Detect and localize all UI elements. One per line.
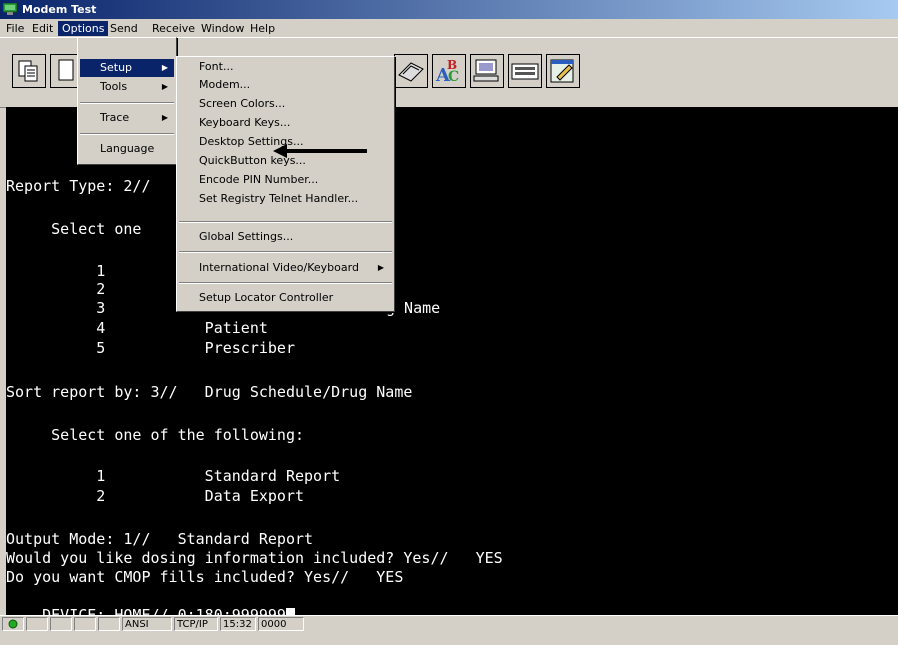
status-emulation: ANSI bbox=[122, 617, 172, 631]
menu-item-keyboard-keys[interactable]: Keyboard Keys... bbox=[179, 114, 392, 132]
terminal-icon bbox=[473, 59, 499, 82]
app-icon bbox=[3, 3, 17, 15]
terminal-button[interactable] bbox=[470, 54, 504, 88]
status-counter: 0000 bbox=[258, 617, 304, 631]
connection-led bbox=[2, 617, 24, 631]
terminal-line: Output Mode: 1// Standard Report bbox=[6, 530, 314, 548]
submenu-arrow-icon: ▶ bbox=[161, 63, 168, 72]
menu-item-encode-pin[interactable]: Encode PIN Number... bbox=[179, 171, 392, 189]
terminal-line: Sort report by: 3// Drug Schedule/Drug N… bbox=[6, 383, 413, 401]
edit-icon bbox=[550, 59, 574, 83]
menu-separator bbox=[80, 102, 174, 104]
window-title: Modem Test bbox=[22, 3, 97, 16]
terminal-screen[interactable]: Report Type: 2// Select one 1 2 3 g Name… bbox=[6, 107, 898, 624]
keyboard-icon bbox=[511, 63, 539, 80]
status-protocol: TCP/IP bbox=[174, 617, 218, 631]
menu-send[interactable]: Send bbox=[106, 21, 142, 36]
terminal-line: 4 Patient bbox=[6, 319, 268, 337]
submenu-arrow-icon: ▶ bbox=[161, 113, 168, 122]
terminal-line: Select one bbox=[6, 220, 142, 238]
menu-help[interactable]: Help bbox=[246, 21, 279, 36]
keyboard-button[interactable] bbox=[508, 54, 542, 88]
menu-bar: File Edit Options Send Receive Window He… bbox=[0, 19, 898, 37]
book-icon bbox=[398, 62, 424, 82]
submenu-arrow-icon: ▶ bbox=[161, 82, 168, 91]
menu-edit[interactable]: Edit bbox=[28, 21, 57, 36]
menu-options[interactable]: Options bbox=[58, 21, 109, 36]
svg-text:B: B bbox=[447, 58, 457, 72]
terminal-line: Do you want CMOP fills included? Yes// Y… bbox=[6, 568, 404, 586]
menu-item-trace[interactable]: Trace ▶ bbox=[80, 109, 174, 127]
status-panel bbox=[50, 617, 72, 631]
menu-item-international-video-keyboard[interactable]: International Video/Keyboard ▶ bbox=[179, 259, 392, 277]
terminal-line: 1 bbox=[6, 262, 106, 280]
menu-item-registry-telnet-handler[interactable]: Set Registry Telnet Handler... bbox=[179, 190, 392, 208]
annotation-arrow-icon bbox=[273, 144, 367, 158]
phonebook-button[interactable] bbox=[394, 54, 428, 88]
spellcheck-icon: A C B bbox=[435, 58, 459, 86]
menu-item-setup-locator-controller[interactable]: Setup Locator Controller bbox=[179, 289, 392, 307]
status-panel bbox=[98, 617, 120, 631]
menu-item-setup[interactable]: Setup ▶ bbox=[80, 59, 174, 77]
menu-separator bbox=[179, 282, 392, 284]
status-panel bbox=[74, 617, 96, 631]
menu-item-modem[interactable]: Modem... bbox=[179, 76, 392, 94]
menu-receive[interactable]: Receive bbox=[148, 21, 199, 36]
terminal-line: 1 Standard Report bbox=[6, 467, 341, 485]
terminal-line: Would you like dosing information includ… bbox=[6, 549, 503, 567]
menu-item-screen-colors[interactable]: Screen Colors... bbox=[179, 95, 392, 113]
menu-item-font[interactable]: Font... bbox=[179, 58, 392, 76]
status-panel bbox=[26, 617, 48, 631]
menu-separator bbox=[80, 133, 174, 135]
status-bar: ANSI TCP/IP 15:32 0000 bbox=[0, 615, 898, 632]
edit-settings-button[interactable] bbox=[546, 54, 580, 88]
menu-separator bbox=[179, 251, 392, 253]
menu-item-tools[interactable]: Tools ▶ bbox=[80, 78, 174, 96]
terminal-line: 2 bbox=[6, 280, 106, 298]
status-led-icon bbox=[8, 619, 18, 629]
terminal-line: 2 Data Export bbox=[6, 487, 305, 505]
spellcheck-button[interactable]: A C B bbox=[432, 54, 466, 88]
terminal-line: 5 Prescriber bbox=[6, 339, 295, 357]
status-time: 15:32 bbox=[220, 617, 256, 631]
submenu-arrow-icon: ▶ bbox=[377, 263, 384, 272]
terminal-line: Report Type: 2// bbox=[6, 177, 151, 195]
title-bar: Modem Test bbox=[0, 0, 898, 19]
copy-icon bbox=[18, 60, 38, 82]
menu-item-language[interactable]: Language bbox=[80, 140, 174, 158]
copy-button[interactable] bbox=[12, 54, 46, 88]
menu-separator bbox=[179, 221, 392, 223]
menu-item-global-settings[interactable]: Global Settings... bbox=[179, 228, 392, 246]
options-menu: Setup ▶ Tools ▶ Trace ▶ Language bbox=[77, 37, 177, 165]
menu-file[interactable]: File bbox=[2, 21, 28, 36]
menu-window[interactable]: Window bbox=[197, 21, 248, 36]
setup-submenu: Font... Modem... Screen Colors... Keyboa… bbox=[176, 56, 395, 312]
terminal-line: Select one of the following: bbox=[6, 426, 305, 444]
terminal-line: 3 bbox=[6, 299, 106, 317]
